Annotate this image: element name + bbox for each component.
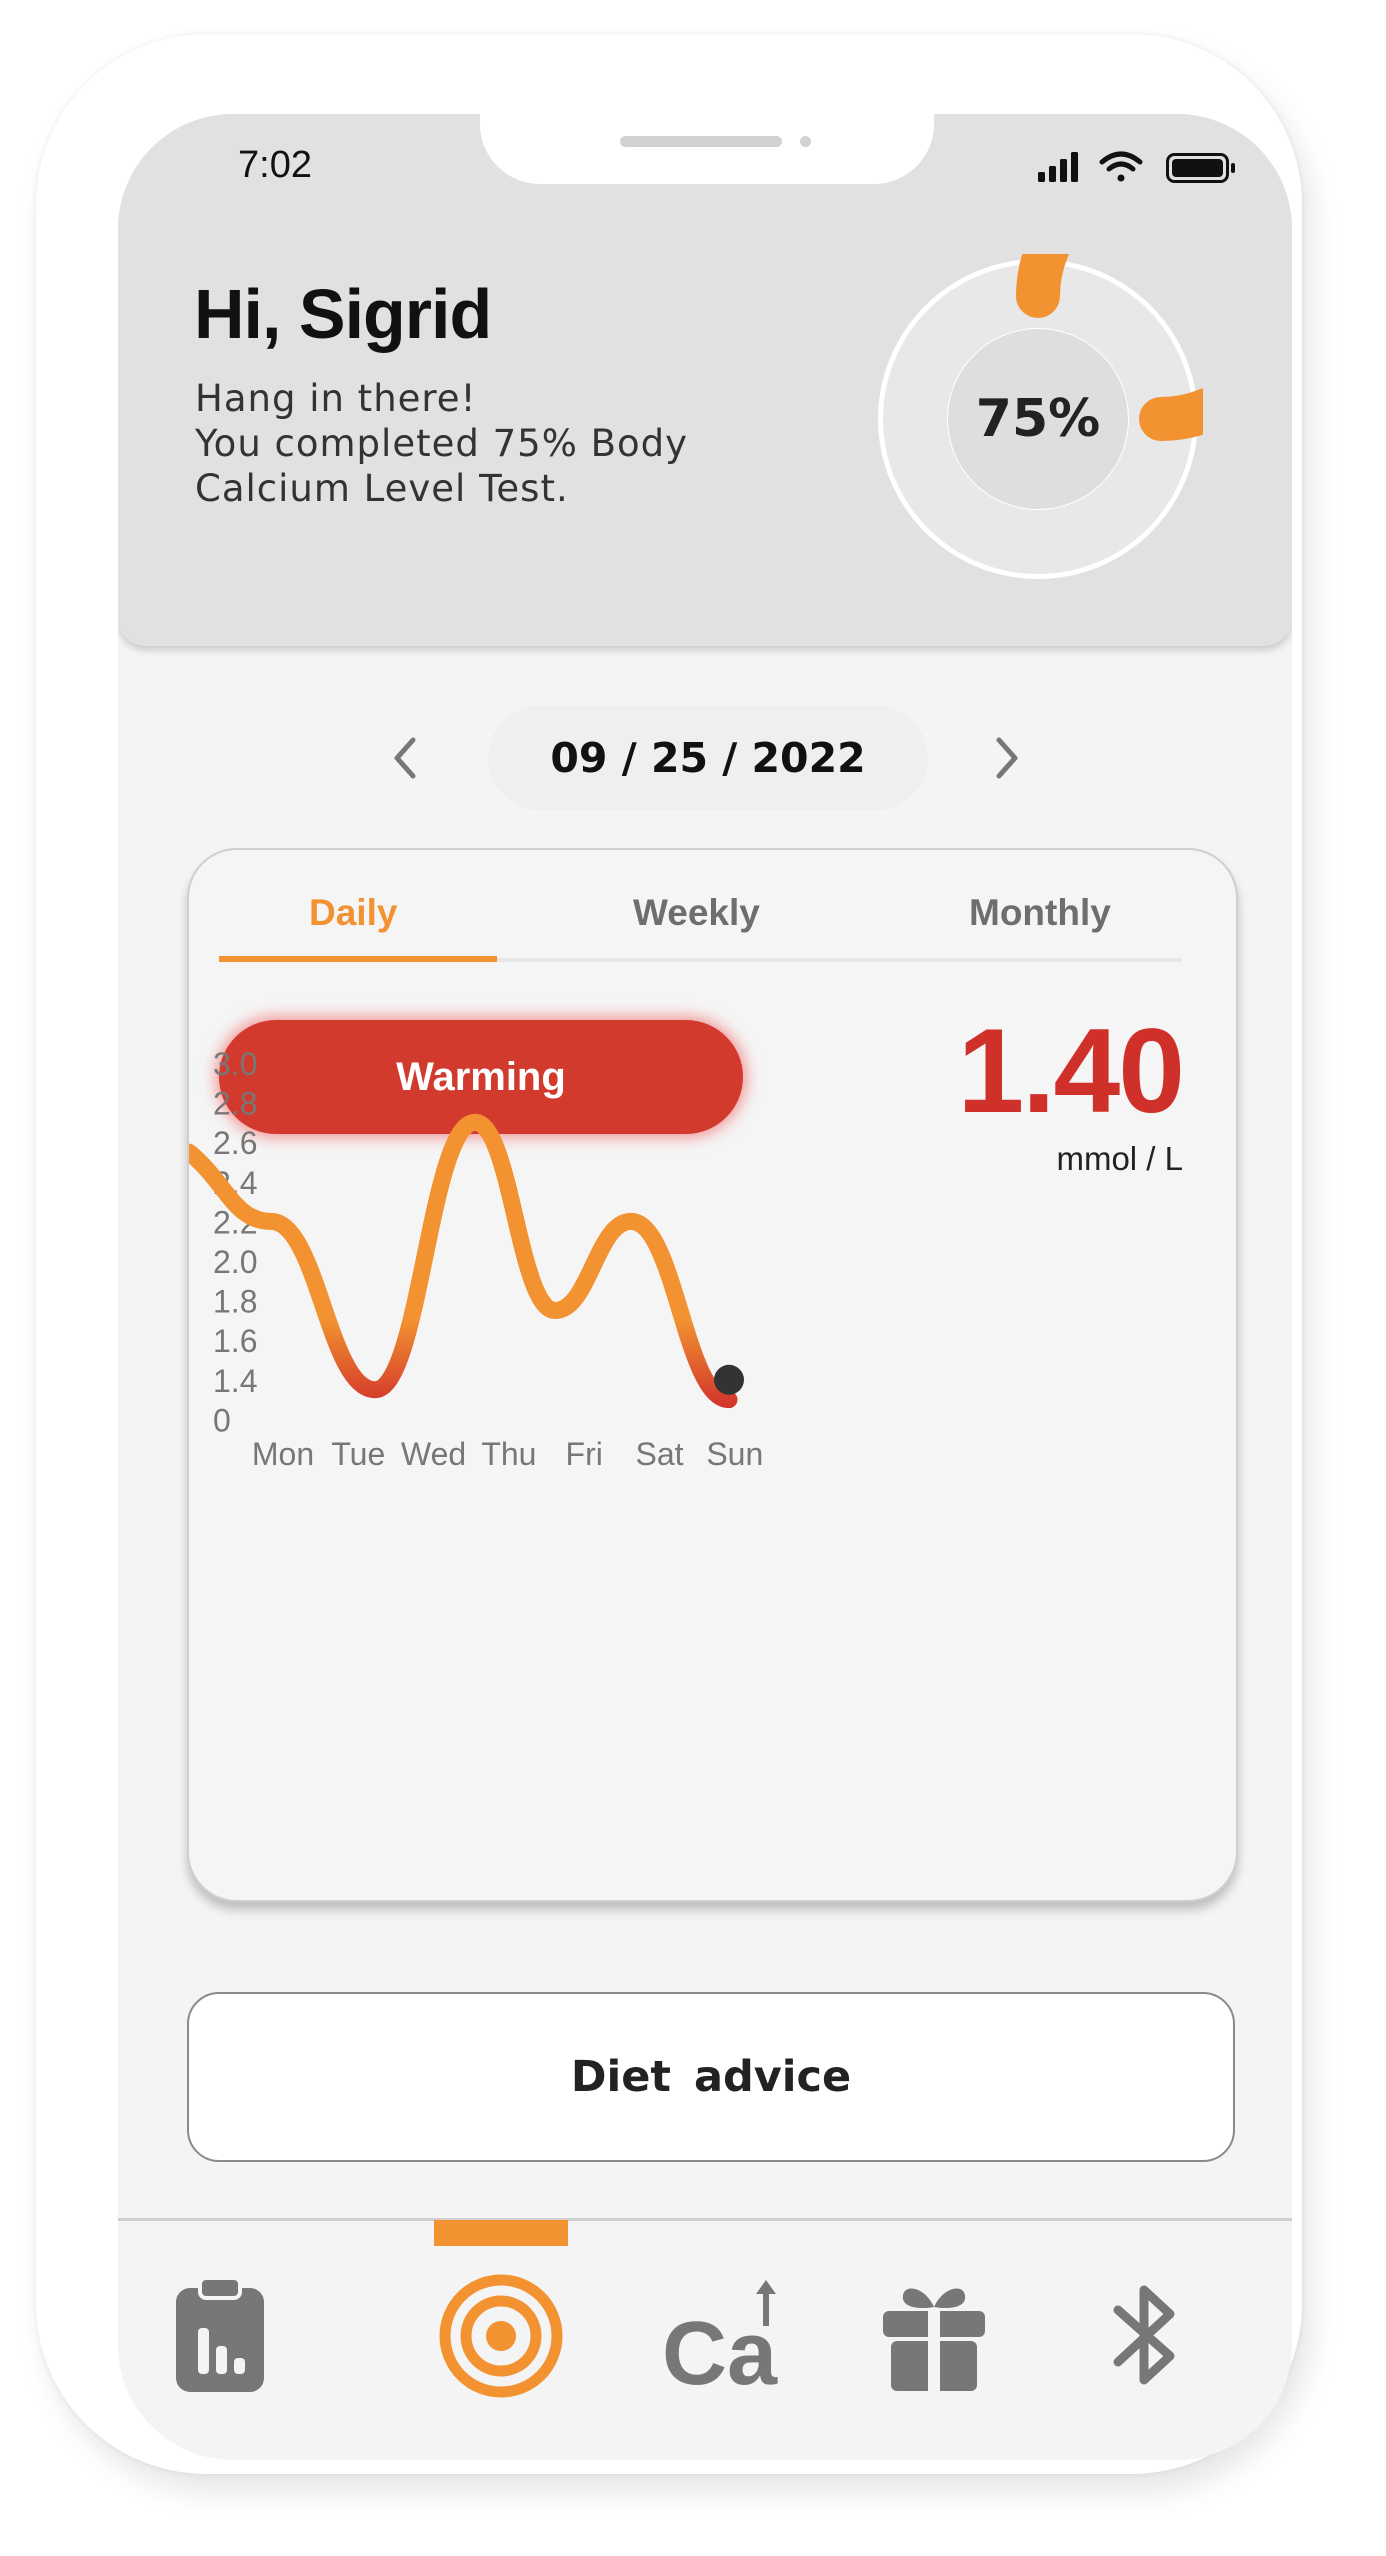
nav-bluetooth-button[interactable] [1076,2266,1216,2406]
date-display[interactable]: 09 / 25 / 2022 [488,706,928,810]
message-line: Calcium Level Test. [195,467,569,510]
phone-frame: 7:02 Hi, Sigrid Hang in there! You compl… [36,34,1302,2474]
front-camera [800,136,811,147]
series-line [189,1113,738,1409]
greeting-title: Hi, Sigrid [194,275,492,353]
y-tick-label: 3.0 [213,1046,257,1082]
y-tick-label: 1.4 [213,1363,257,1399]
chevron-left-icon [394,737,416,779]
nav-active-indicator [434,2220,568,2246]
status-time: 7:02 [238,144,312,186]
next-date-button[interactable] [976,728,1036,788]
x-tick-label: Mon [252,1436,314,1472]
clipboard-chart-icon [176,2276,264,2392]
y-tick-label: 1.6 [213,1323,257,1359]
battery-icon [1166,153,1235,183]
last-reading-marker [714,1364,744,1395]
calcium-line-chart: 3.02.82.62.42.22.01.81.61.40Mon Tue Wed Thu… [189,1046,763,1472]
nav-rewards-button[interactable] [864,2266,1004,2406]
calcium-chart-card: Daily Weekly Monthly Warming 1.40 mmol /… [187,848,1238,1902]
calcium-icon: Ca [662,2280,778,2396]
diet-advice-button[interactable]: Diet advice [187,1992,1235,2162]
header-panel: 7:02 Hi, Sigrid Hang in there! You compl… [118,114,1292,646]
progress-message: Hang in there! You completed 75% Body Ca… [195,376,755,511]
nav-report-button[interactable] [150,2266,290,2406]
target-icon [439,2274,563,2398]
y-tick-label: 0 [213,1402,231,1438]
message-line: You completed 75% Body [195,422,689,465]
speaker-grille [620,136,782,147]
calcium-icon-text: Ca [662,2304,778,2396]
y-tick-label: 2.0 [213,1244,257,1280]
x-tick-label: Sat [635,1436,683,1472]
y-tick-label: 2.8 [213,1086,257,1122]
chevron-right-icon [996,737,1018,779]
gift-icon [883,2288,985,2391]
signal-icon [1038,152,1078,182]
progress-percent: 75% [975,389,1101,449]
app-screen: 7:02 Hi, Sigrid Hang in there! You compl… [118,114,1292,2460]
status-icons [1038,151,1235,183]
bottom-nav-divider [118,2218,1292,2221]
message-line: Hang in there! [195,377,477,420]
prev-date-button[interactable] [376,728,436,788]
y-tick-label: 2.6 [213,1125,257,1161]
x-tick-label: Tue [331,1436,385,1472]
wifi-icon [1099,151,1143,182]
device-notch [480,114,934,184]
nav-calcium-button[interactable]: Ca [653,2266,793,2406]
bluetooth-icon [1113,2285,1175,2385]
nav-test-button[interactable] [431,2266,571,2406]
x-tick-label: Thu [481,1436,536,1472]
x-tick-label: Wed [401,1436,466,1472]
x-tick-label: Fri [566,1436,603,1472]
x-tick-label: Sun [706,1436,763,1472]
y-tick-label: 1.8 [213,1284,257,1320]
